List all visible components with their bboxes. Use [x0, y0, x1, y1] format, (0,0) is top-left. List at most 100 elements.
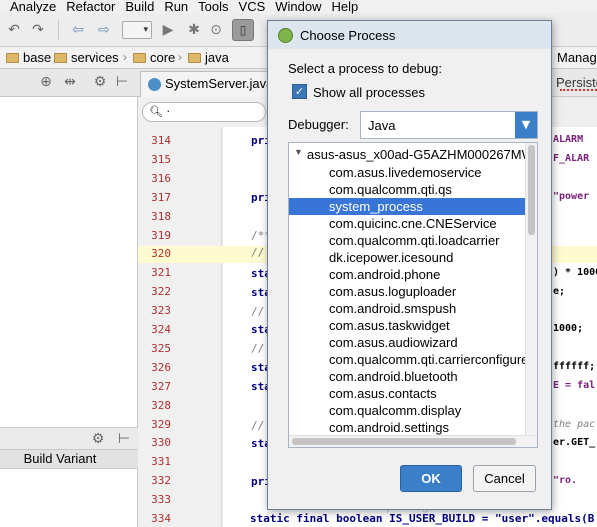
back-arrow-icon[interactable]: ⇦	[70, 22, 86, 38]
menu-run[interactable]: Run	[159, 0, 193, 13]
chevron-right-icon: ›	[44, 50, 48, 64]
debugger-label: Debugger:	[288, 117, 349, 132]
code-fragment: E = fal	[553, 380, 596, 391]
line-number: 330	[151, 436, 171, 450]
process-item[interactable]: com.android.settings	[289, 419, 525, 436]
attach-debugger-button[interactable]: ▯	[232, 19, 254, 41]
process-item[interactable]: com.qualcomm.qti.carrierconfigure	[289, 351, 525, 368]
code-fragment: 1000;	[553, 323, 584, 334]
process-item[interactable]: com.android.smspush	[289, 300, 525, 317]
dialog-titlebar[interactable]: Choose Process	[268, 21, 551, 49]
line-number: 331	[151, 455, 171, 469]
process-item[interactable]: com.asus.taskwidget	[289, 317, 525, 334]
line-number-gutter: 314 315 316 317 318 319 320 321 322 323 324 325 326 3…	[138, 127, 268, 527]
breadcrumb-manager[interactable]: Manag	[557, 50, 597, 65]
target-icon[interactable]: ⊕	[38, 74, 54, 90]
collapse-icon[interactable]: ⇹	[62, 74, 78, 90]
code-fragment: //	[251, 246, 265, 259]
choose-process-dialog: Choose Process Select a process to debug…	[267, 20, 552, 510]
checkmark-icon: ✓	[294, 85, 305, 98]
profile-icon[interactable]: ⊙	[208, 22, 224, 38]
process-item[interactable]: com.asus.livedemoservice	[289, 164, 525, 181]
menu-tools[interactable]: Tools	[193, 0, 233, 13]
menu-bar: Analyze Refactor Build Run Tools VCS Win…	[0, 0, 597, 14]
process-item[interactable]: com.android.phone	[289, 266, 525, 283]
ok-button[interactable]: OK	[400, 465, 462, 492]
breadcrumb-java[interactable]: java	[188, 50, 229, 65]
process-item[interactable]: com.quicinc.cne.CNEService	[289, 215, 525, 232]
line-number: 318	[151, 209, 171, 223]
process-item[interactable]: com.qualcomm.qti.loadcarrier	[289, 232, 525, 249]
gear-icon[interactable]: ⚙	[90, 431, 106, 447]
line-number: 333	[151, 493, 171, 507]
menu-build[interactable]: Build	[120, 0, 159, 13]
debug-icon[interactable]: ✱	[186, 22, 202, 38]
code-fragment: //	[251, 305, 265, 318]
process-tree[interactable]: ▼ asus-asus_x00ad-G5AZHM000267MW com.asu…	[288, 142, 538, 448]
scrollbar-thumb[interactable]	[528, 145, 535, 235]
gear-icon[interactable]: ⚙	[92, 74, 108, 90]
search-icon: 🔍︎	[149, 105, 163, 118]
class-icon	[148, 78, 161, 91]
process-item[interactable]: com.android.bluetooth	[289, 368, 525, 385]
menu-refactor[interactable]: Refactor	[61, 0, 120, 13]
line-number: 315	[151, 152, 171, 166]
menu-vcs[interactable]: VCS	[234, 0, 271, 13]
chevron-right-icon: ›	[178, 50, 182, 64]
code-fragment: //	[251, 342, 265, 355]
toolbar-separator	[58, 20, 59, 40]
forward-arrow-icon[interactable]: ⇨	[96, 22, 112, 38]
show-all-checkbox[interactable]: ✓	[292, 84, 307, 99]
line-number: 322	[151, 285, 171, 299]
code-fragment: e;	[553, 286, 566, 297]
hide-panel-icon[interactable]: ⊢	[114, 74, 130, 90]
debugger-value: Java	[368, 118, 396, 133]
expand-triangle-icon[interactable]: ▼	[294, 147, 303, 157]
menu-analyze[interactable]: Analyze	[0, 0, 61, 13]
scrollbar-thumb[interactable]	[292, 438, 516, 445]
dialog-title: Choose Process	[300, 28, 396, 43]
build-variant-header: Build Variant	[0, 449, 138, 469]
code-fragment: F_ALAR	[553, 153, 590, 164]
breadcrumb-core[interactable]: core	[133, 50, 175, 65]
menu-window[interactable]: Window	[270, 0, 326, 13]
search-input[interactable]: 🔍︎ ·	[142, 102, 266, 122]
folder-icon	[6, 52, 19, 63]
chevron-down-icon[interactable]: ▼	[515, 112, 537, 138]
vertical-scrollbar[interactable]	[525, 143, 537, 435]
line-number: 334	[151, 512, 171, 525]
run-icon[interactable]: ▶	[160, 22, 176, 38]
undo-icon[interactable]: ↶	[6, 22, 22, 38]
breadcrumb-services[interactable]: services	[54, 50, 119, 65]
menu-help[interactable]: Help	[327, 0, 364, 13]
folder-icon	[188, 52, 201, 63]
horizontal-scrollbar[interactable]	[289, 435, 537, 447]
process-item[interactable]: com.asus.contacts	[289, 385, 525, 402]
line-number: 323	[151, 304, 171, 318]
code-fragment: ALARM	[553, 134, 584, 145]
line-number: 327	[151, 379, 171, 393]
process-item[interactable]: com.asus.audiowizard	[289, 334, 525, 351]
code-fragment: ) * 1000	[553, 267, 597, 278]
tab-systemserver[interactable]: SystemServer.java	[140, 71, 280, 97]
code-fragment: the pac	[553, 419, 596, 430]
process-item[interactable]: com.asus.loguploader	[289, 283, 525, 300]
line-number: 329	[151, 417, 171, 431]
line-number: 332	[151, 474, 171, 488]
debugger-select[interactable]: Java ▼	[360, 111, 538, 139]
hide-panel-icon[interactable]: ⊢	[116, 431, 132, 447]
device-label: asus-asus_x00ad-G5AZHM000267MW	[307, 147, 534, 162]
process-item[interactable]: system_process	[289, 198, 525, 215]
process-item[interactable]: com.qualcomm.display	[289, 402, 525, 419]
redo-icon[interactable]: ↷	[30, 22, 46, 38]
cancel-button[interactable]: Cancel	[473, 465, 536, 492]
run-config-dropdown[interactable]: ▾	[122, 21, 152, 39]
process-item[interactable]: com.qualcomm.qti.qs	[289, 181, 525, 198]
line-number: 316	[151, 171, 171, 185]
show-all-label[interactable]: Show all processes	[313, 85, 425, 100]
tab-persistent[interactable]: Persiste	[556, 75, 597, 90]
line-number: 320	[151, 247, 171, 261]
process-item[interactable]: dk.icepower.icesound	[289, 249, 525, 266]
line-number: 321	[151, 266, 171, 280]
code-fragment: static final boolean IS_USER_BUILD = "us…	[250, 512, 595, 525]
